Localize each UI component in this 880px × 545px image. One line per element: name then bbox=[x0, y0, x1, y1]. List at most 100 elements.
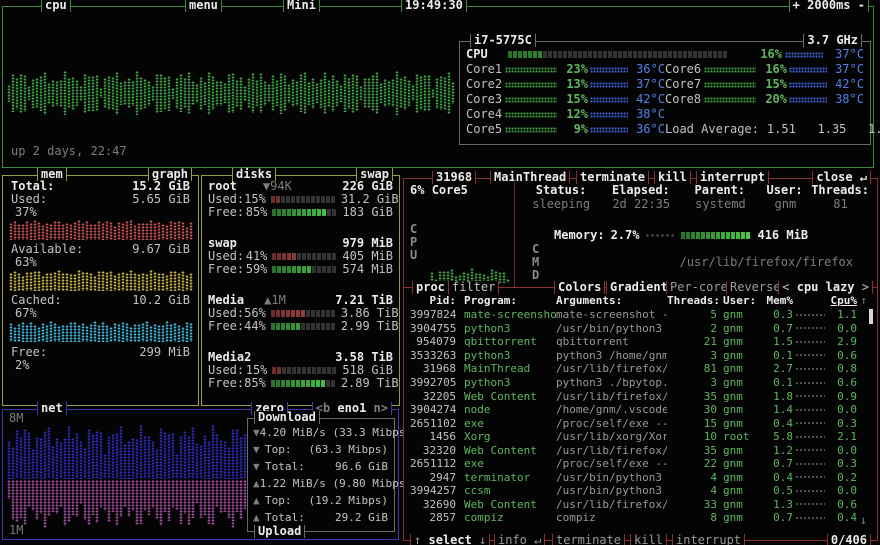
process-row[interactable]: 2857compizcompiz8gnm0.70.4 bbox=[410, 511, 867, 525]
proc-cpu-mini-graph bbox=[795, 367, 825, 371]
mini-mode-button[interactable]: Mini bbox=[283, 0, 320, 12]
interface-next-button[interactable]: n> bbox=[374, 401, 388, 415]
menu-button[interactable]: menu bbox=[185, 0, 222, 12]
interval-decrease-button[interactable]: - bbox=[858, 0, 865, 12]
process-row[interactable]: 1456Xorg/usr/lib/xorg/Xorg -core :0 -10r… bbox=[410, 430, 867, 444]
proc-cell-args: python3 ./bpytop.py bbox=[556, 376, 667, 389]
proc-cell-pid: 2651102 bbox=[410, 417, 456, 430]
proc-cpu-mini-graph bbox=[795, 353, 825, 357]
process-scrollbar[interactable] bbox=[869, 309, 873, 324]
disk-free-meter bbox=[272, 266, 337, 273]
disk-io-rate: ▼94K bbox=[263, 180, 292, 193]
download-arrow-icon: ▼ bbox=[253, 460, 265, 473]
process-row[interactable]: 3992705python3python3 ./bpytop.py3gnm0.1… bbox=[410, 376, 867, 390]
status-value: sleeping bbox=[522, 198, 600, 211]
proc-cell-mem: 0.7 bbox=[765, 457, 793, 470]
process-row[interactable]: 32205Web Content/usr/lib/firefox/firefox… bbox=[410, 389, 867, 403]
process-row[interactable]: 31968MainThread/usr/lib/firefox/firefox8… bbox=[410, 362, 867, 376]
process-row[interactable]: 3904274node/home/gnm/.vscode-server/bin/… bbox=[410, 403, 867, 417]
net-interface-switcher[interactable]: <b eno1 n> bbox=[312, 402, 392, 415]
core-percent: 20% bbox=[757, 93, 787, 106]
interval-increase-button[interactable]: + bbox=[793, 0, 800, 12]
select-down-icon[interactable]: ↓ bbox=[479, 533, 486, 545]
proc-cell-prog: Web Content bbox=[456, 498, 556, 511]
process-row[interactable]: 32320Web Content/usr/lib/firefox/firefox… bbox=[410, 443, 867, 457]
proc-cell-thr: 2 bbox=[667, 322, 717, 335]
core-label: Core2 bbox=[466, 78, 505, 91]
disk-used-meter bbox=[272, 253, 337, 260]
core-percent: 9% bbox=[558, 123, 588, 136]
mem-used-graph bbox=[9, 220, 194, 240]
core-temp: 36°C bbox=[629, 123, 665, 136]
cpu-total-label: CPU bbox=[466, 48, 508, 61]
mem-used-value: 5.65 GiB bbox=[132, 193, 190, 206]
proc-cell-user: gnm bbox=[717, 511, 765, 524]
proc-cell-prog: Web Content bbox=[456, 390, 556, 403]
disk-io-rate: ▲1M bbox=[264, 294, 286, 307]
net-box: net zero <b eno1 n> 8M 1M Download Uploa… bbox=[2, 409, 399, 540]
sort-next-button[interactable]: > bbox=[862, 280, 869, 294]
kill-footer-button[interactable]: kill bbox=[630, 534, 667, 545]
terminate-footer-button[interactable]: terminate bbox=[552, 534, 625, 545]
column-user[interactable]: User: bbox=[717, 294, 765, 307]
scroll-up-icon[interactable]: ↑ bbox=[857, 294, 867, 307]
core-row: Core2 13% 37°C Core7 15% 42°C bbox=[466, 77, 864, 92]
proc-cell-pid: 3994257 bbox=[410, 484, 456, 497]
proc-cell-mem: 1.5 bbox=[765, 335, 793, 348]
upload-arrow-icon: ▲ bbox=[253, 511, 265, 524]
process-row[interactable]: 2947terminator/usr/bin/python3 /usr/bin/… bbox=[410, 471, 867, 485]
proc-cell-thr: 22 bbox=[667, 457, 717, 470]
core-temp-graph bbox=[588, 93, 629, 106]
column-arguments[interactable]: Arguments: bbox=[556, 294, 667, 307]
process-row[interactable]: 954079qbittorrentqbittorrent21gnm1.52.9 bbox=[410, 335, 867, 349]
select-control[interactable]: ↑ select ↓ bbox=[410, 534, 490, 545]
proc-cell-mem: 2.7 bbox=[765, 362, 793, 375]
core-usage-graph bbox=[704, 78, 757, 91]
process-row[interactable]: 3997824mate-screenshomate-screenshot --a… bbox=[410, 308, 867, 322]
column-program[interactable]: Program: bbox=[456, 294, 556, 307]
process-row[interactable]: 3533263python3python3 /home/gnm/bpytop/b… bbox=[410, 349, 867, 363]
cpu-total-row: CPU 16% 37°C bbox=[466, 47, 864, 62]
disk-used-meter bbox=[272, 367, 337, 374]
core-temp-graph bbox=[787, 78, 828, 91]
info-button[interactable]: info ↵ bbox=[494, 534, 545, 545]
detail-divider bbox=[514, 179, 515, 287]
proc-cell-mem: 0.1 bbox=[765, 376, 793, 389]
proc-cell-prog: MainThread bbox=[456, 362, 556, 375]
process-row[interactable]: 2651102exe/proc/self/exe --type=gpu-pro1… bbox=[410, 416, 867, 430]
proc-cpu-mini-graph bbox=[795, 421, 825, 425]
process-row[interactable]: 3994257ccsm/usr/bin/python3 /usr/bin/ccs… bbox=[410, 484, 867, 498]
proc-cell-pid: 32320 bbox=[410, 444, 456, 457]
proc-header-line: proc filter Colors Gradient Per-core Rev… bbox=[404, 287, 877, 288]
proc-cell-user: gnm bbox=[717, 308, 765, 321]
process-row[interactable]: 3904755python3/usr/bin/python3 /home/gnm… bbox=[410, 322, 867, 336]
upload-arrow-icon: ▲ bbox=[253, 494, 265, 507]
proc-cell-cpu: 0.6 bbox=[827, 376, 857, 389]
proc-cell-user: gnm bbox=[717, 403, 765, 416]
scroll-down-icon[interactable]: ↓ bbox=[860, 514, 867, 527]
disk-free-label: Free: bbox=[208, 377, 244, 390]
column-threads[interactable]: Threads: bbox=[667, 294, 717, 307]
column-pid[interactable]: Pid: bbox=[410, 294, 456, 307]
sort-prev-button[interactable]: < bbox=[782, 280, 789, 294]
net-box-title: net bbox=[37, 402, 67, 415]
process-row[interactable]: 32690Web Content/usr/lib/firefox/firefox… bbox=[410, 498, 867, 512]
proc-cell-args: /usr/bin/python3 /usr/bin/ccs bbox=[556, 484, 667, 497]
proc-cpu-mini-graph bbox=[795, 381, 825, 385]
column-mem[interactable]: Mem% bbox=[765, 294, 793, 307]
select-up-icon[interactable]: ↑ bbox=[414, 533, 421, 545]
proc-cell-args: /usr/lib/firefox/firefox -con bbox=[556, 498, 667, 511]
proc-cell-args: /usr/lib/firefox/firefox bbox=[556, 362, 667, 375]
proc-cell-args: /usr/lib/xorg/Xorg -core :0 - bbox=[556, 430, 667, 443]
proc-box: 31968 MainThread terminate kill interrup… bbox=[403, 178, 878, 541]
proc-cell-args: /usr/lib/firefox/firefox -con bbox=[556, 444, 667, 457]
proc-cell-cpu: 0.0 bbox=[827, 322, 857, 335]
core-usage-graph bbox=[704, 93, 757, 106]
interrupt-footer-button[interactable]: interrupt bbox=[672, 534, 745, 545]
detail-field-values: sleeping 2d 22:35 systemd gnm 81 bbox=[522, 198, 869, 211]
column-cpu[interactable]: Cpu% bbox=[827, 294, 857, 307]
interval-value: 2000ms bbox=[807, 0, 850, 12]
process-row[interactable]: 2651112exe/proc/self/exe --type=rendere2… bbox=[410, 457, 867, 471]
proc-cell-mem: 1.8 bbox=[765, 390, 793, 403]
disk-free-value: 183 GiB bbox=[342, 206, 393, 219]
